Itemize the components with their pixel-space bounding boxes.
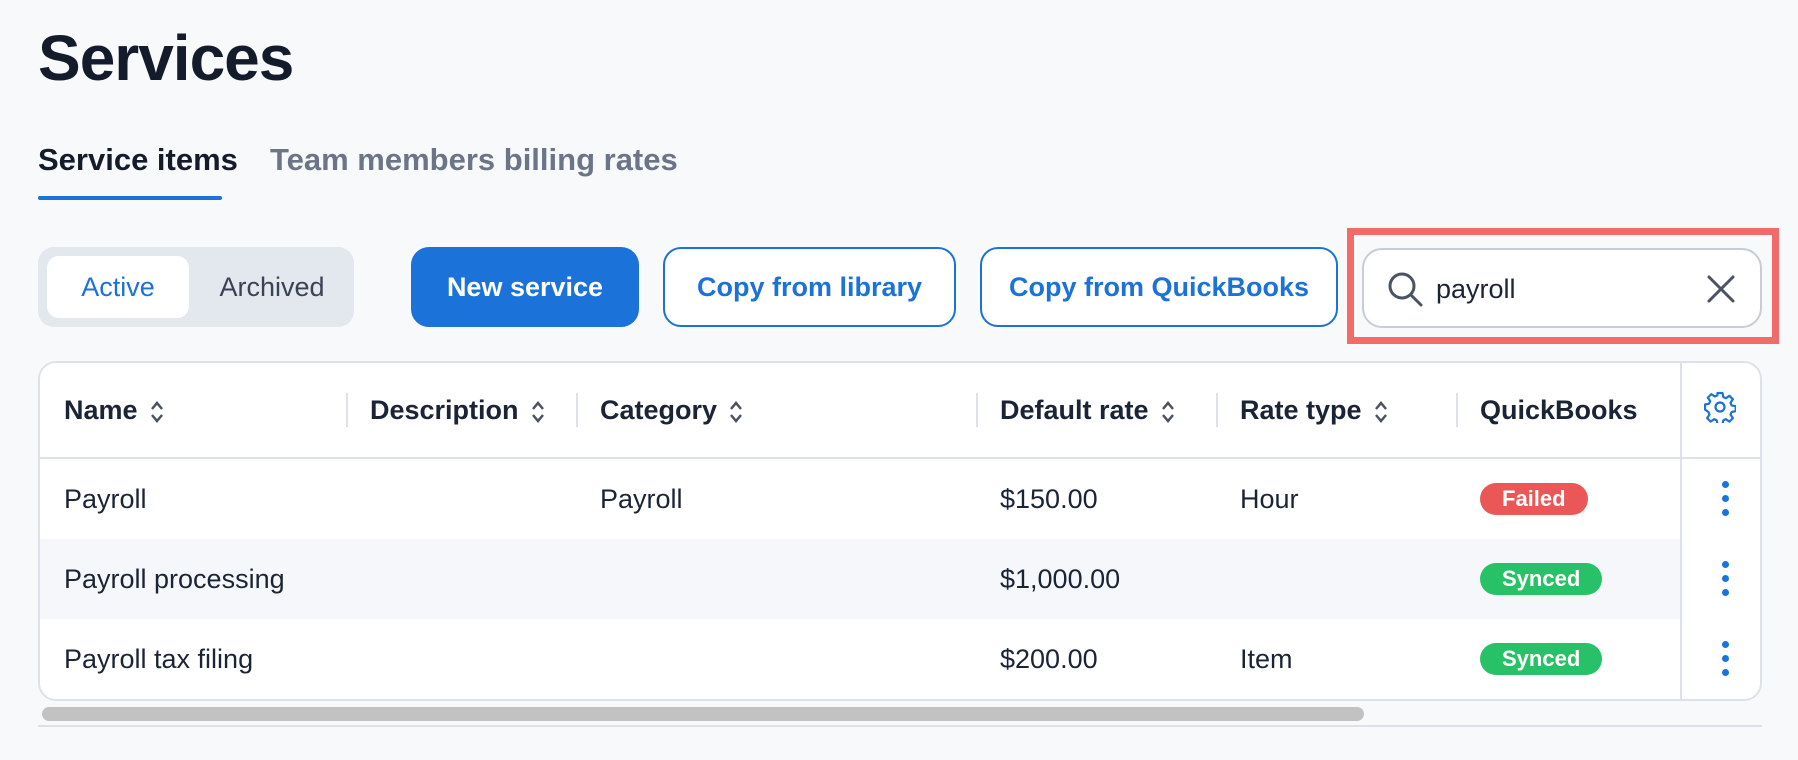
column-header-description[interactable]: Description (370, 363, 545, 457)
column-header-rate-type[interactable]: Rate type (1240, 363, 1388, 457)
active-tab-indicator (38, 196, 222, 200)
sort-icon (1161, 400, 1174, 423)
tab-team-members-billing-rates[interactable]: Team members billing rates (270, 138, 678, 182)
cell-rate-type: Item (1240, 644, 1293, 674)
column-header-label: Category (600, 395, 718, 425)
column-divider (1216, 393, 1218, 427)
table-header: Name Description Category Default rate R… (40, 363, 1760, 459)
close-icon[interactable] (1704, 272, 1738, 306)
column-header-label: Name (64, 395, 138, 425)
row-menu-icon[interactable] (1720, 641, 1730, 677)
status-badge-failed: Failed (1480, 483, 1588, 515)
cell-default-rate: $150.00 (1000, 484, 1098, 514)
cell-name: Payroll processing (64, 564, 285, 594)
sort-icon (531, 400, 544, 423)
column-divider (576, 393, 578, 427)
copy-from-quickbooks-button[interactable]: Copy from QuickBooks (980, 247, 1338, 327)
new-service-button[interactable]: New service (411, 247, 639, 327)
filter-archived[interactable]: Archived (198, 256, 346, 318)
cell-name: Payroll (64, 484, 147, 514)
column-header-label: Default rate (1000, 395, 1149, 425)
row-menu-icon[interactable] (1720, 561, 1730, 597)
table-row[interactable]: Payroll processing $1,000.00 Synced (40, 539, 1682, 619)
column-header-name[interactable]: Name (64, 363, 164, 457)
column-header-quickbooks: QuickBooks (1480, 395, 1638, 425)
column-divider (976, 393, 978, 427)
horizontal-scrollbar[interactable] (38, 703, 1762, 727)
services-table: Name Description Category Default rate R… (38, 361, 1762, 701)
sort-icon (730, 400, 742, 423)
search-box (1362, 248, 1762, 328)
page-title: Services (38, 22, 294, 94)
scrollbar-thumb[interactable] (42, 707, 1364, 721)
search-input[interactable] (1434, 262, 1698, 316)
column-divider (346, 393, 348, 427)
table-row[interactable]: Payroll tax filing $200.00 Item Synced (40, 619, 1682, 699)
copy-from-library-button[interactable]: Copy from library (663, 247, 956, 327)
cell-rate-type: Hour (1240, 484, 1299, 514)
sort-icon (1374, 400, 1387, 423)
column-divider (1456, 393, 1458, 427)
cell-default-rate: $200.00 (1000, 644, 1098, 674)
table-row[interactable]: Payroll Payroll $150.00 Hour Failed (40, 459, 1682, 539)
gear-icon[interactable] (1704, 391, 1736, 423)
cell-default-rate: $1,000.00 (1000, 564, 1121, 594)
cell-category: Payroll (600, 484, 683, 514)
row-menu-icon[interactable] (1720, 481, 1730, 517)
status-badge-synced: Synced (1480, 563, 1603, 595)
column-header-default-rate[interactable]: Default rate (1000, 363, 1175, 457)
row-actions-column (1680, 363, 1760, 699)
sort-icon (150, 400, 163, 423)
tab-service-items[interactable]: Service items (38, 138, 238, 182)
column-header-label: Description (370, 395, 519, 425)
status-filter: Active Archived (38, 247, 354, 327)
column-header-label: Rate type (1240, 395, 1362, 425)
status-badge-synced: Synced (1480, 643, 1603, 675)
column-header-category[interactable]: Category (600, 363, 743, 457)
filter-active[interactable]: Active (47, 256, 189, 318)
search-icon (1388, 272, 1423, 307)
cell-name: Payroll tax filing (64, 644, 254, 674)
